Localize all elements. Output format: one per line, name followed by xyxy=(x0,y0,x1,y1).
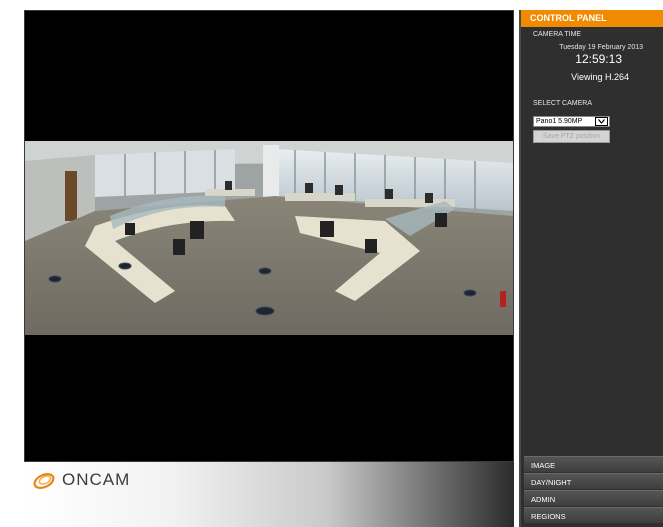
oncam-logo: ONCAM xyxy=(32,470,130,490)
camera-select[interactable]: Pano1 5.90MP xyxy=(533,116,610,127)
brand-footer: ONCAM xyxy=(24,462,514,527)
save-ptz-position-button[interactable]: Save PTZ position xyxy=(533,130,610,143)
camera-time-label: CAMERA TIME xyxy=(533,31,582,38)
viewing-codec: Viewing H.264 xyxy=(571,72,629,82)
office-panorama-image xyxy=(25,141,513,335)
logo-text: ONCAM xyxy=(62,470,131,489)
tab-day-night[interactable]: DAY/NIGHT xyxy=(524,473,663,489)
select-camera-label: SELECT CAMERA xyxy=(533,100,592,107)
video-viewer[interactable] xyxy=(24,10,514,462)
camera-select-value: Pano1 5.90MP xyxy=(536,118,583,125)
panoramic-video-feed[interactable] xyxy=(25,141,513,335)
oncam-swirl-icon xyxy=(33,473,55,489)
camera-clock: 12:59:13 xyxy=(575,52,622,66)
tab-admin[interactable]: ADMIN xyxy=(524,490,663,506)
control-panel-title: CONTROL PANEL xyxy=(521,10,663,27)
tab-regions[interactable]: REGIONS xyxy=(524,507,663,523)
tab-image[interactable]: IMAGE xyxy=(524,456,663,472)
camera-date: Tuesday 19 February 2013 xyxy=(559,44,643,51)
chevron-down-icon[interactable] xyxy=(595,117,608,126)
control-panel: CONTROL PANEL CAMERA TIME Tuesday 19 Feb… xyxy=(519,10,663,527)
